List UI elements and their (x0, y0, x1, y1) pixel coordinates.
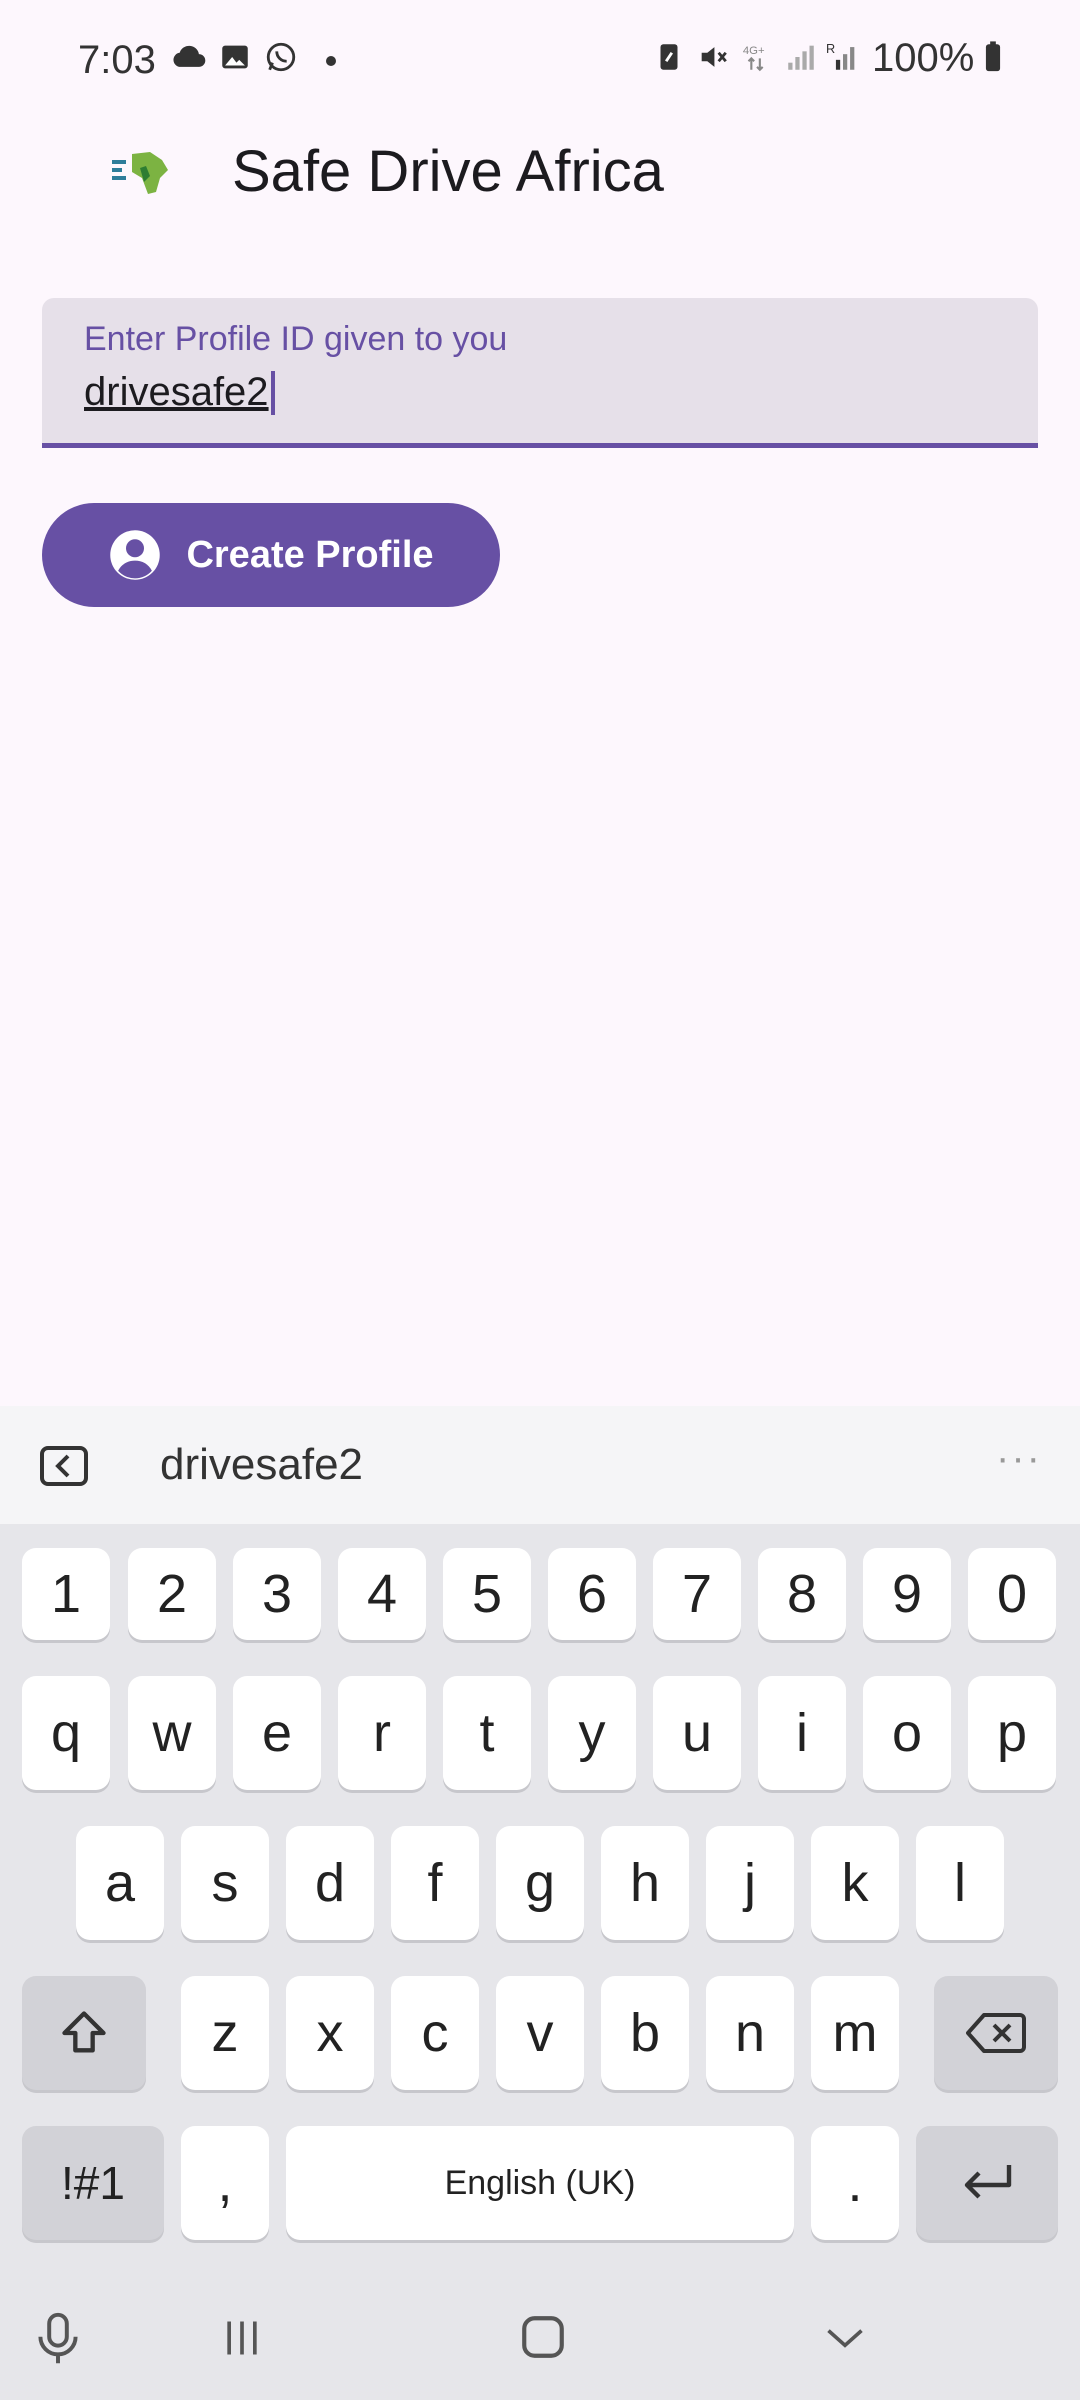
key-3[interactable]: 3 (233, 1548, 321, 1640)
key-6[interactable]: 6 (548, 1548, 636, 1640)
svg-text:4G+: 4G+ (743, 45, 765, 57)
key-o[interactable]: o (863, 1676, 951, 1790)
profile-id-label: Enter Profile ID given to you (84, 320, 508, 358)
key-z[interactable]: z (181, 1976, 269, 2090)
key-h[interactable]: h (601, 1826, 689, 1940)
battery-saver-icon (660, 44, 678, 70)
enter-key[interactable] (916, 2126, 1058, 2240)
app-title: Safe Drive Africa (232, 139, 664, 204)
text-caret (270, 370, 275, 415)
roaming-signal-icon: R (826, 41, 855, 70)
key-8[interactable]: 8 (758, 1548, 846, 1640)
backspace-key[interactable] (934, 1976, 1058, 2090)
key-4[interactable]: 4 (338, 1548, 426, 1640)
shift-icon (62, 2011, 106, 2053)
period-key[interactable]: . (811, 2126, 899, 2240)
key-g[interactable]: g (496, 1826, 584, 1940)
microphone-icon[interactable] (36, 2312, 80, 2366)
key-2[interactable]: 2 (128, 1548, 216, 1640)
shift-key[interactable] (22, 1976, 146, 2090)
key-7[interactable]: 7 (653, 1548, 741, 1640)
africa-map-logo-icon (112, 152, 168, 194)
enter-icon (964, 2165, 1012, 2199)
key-k[interactable]: k (811, 1826, 899, 1940)
keyboard-toolbar-back-icon[interactable] (40, 1446, 88, 1486)
key-0[interactable]: 0 (968, 1548, 1056, 1640)
key-q[interactable]: q (22, 1676, 110, 1790)
more-options-icon[interactable]: ··· (996, 1436, 1042, 1481)
mute-icon (701, 47, 727, 67)
key-u[interactable]: u (653, 1676, 741, 1790)
image-icon (222, 45, 248, 69)
recent-apps-icon[interactable] (220, 2316, 264, 2360)
key-c[interactable]: c (391, 1976, 479, 2090)
space-key[interactable]: English (UK) (286, 2126, 794, 2240)
key-r[interactable]: r (338, 1676, 426, 1790)
key-m[interactable]: m (811, 1976, 899, 2090)
hide-keyboard-chevron-down-icon[interactable] (820, 2316, 870, 2360)
create-profile-button[interactable]: Create Profile (42, 503, 500, 607)
backspace-icon (966, 2013, 1026, 2053)
signal-icon (788, 45, 814, 70)
key-n[interactable]: n (706, 1976, 794, 2090)
key-l[interactable]: l (916, 1826, 1004, 1940)
notification-dot-icon (326, 56, 336, 66)
comma-key[interactable]: , (181, 2126, 269, 2240)
cloud-icon (173, 45, 206, 67)
status-bar: 7:03 4G+ R 100% (0, 0, 1080, 120)
key-v[interactable]: v (496, 1976, 584, 2090)
create-profile-label: Create Profile (186, 533, 434, 576)
account-circle-icon (110, 530, 161, 580)
key-x[interactable]: x (286, 1976, 374, 2090)
key-p[interactable]: p (968, 1676, 1056, 1790)
key-e[interactable]: e (233, 1676, 321, 1790)
home-icon[interactable] (518, 2312, 568, 2362)
status-time: 7:03 (78, 38, 156, 82)
profile-id-value: drivesafe2 (84, 370, 269, 414)
key-5[interactable]: 5 (443, 1548, 531, 1640)
suggestion-bar: drivesafe2 ··· (0, 1406, 1080, 1524)
key-w[interactable]: w (128, 1676, 216, 1790)
key-j[interactable]: j (706, 1826, 794, 1940)
key-s[interactable]: s (181, 1826, 269, 1940)
svg-text:R: R (826, 41, 835, 56)
key-i[interactable]: i (758, 1676, 846, 1790)
key-1[interactable]: 1 (22, 1548, 110, 1640)
key-a[interactable]: a (76, 1826, 164, 1940)
key-t[interactable]: t (443, 1676, 531, 1790)
soft-keyboard: drivesafe2 ··· 1 2 3 4 5 6 7 8 9 0 q w e… (0, 1406, 1080, 2400)
key-d[interactable]: d (286, 1826, 374, 1940)
suggestion-word[interactable]: drivesafe2 (160, 1440, 363, 1490)
key-9[interactable]: 9 (863, 1548, 951, 1640)
4g-data-icon: 4G+ (743, 45, 765, 72)
symbols-key[interactable]: !#1 (22, 2126, 164, 2240)
battery-icon (985, 41, 1001, 72)
battery-percentage: 100% (872, 36, 975, 80)
key-y[interactable]: y (548, 1676, 636, 1790)
profile-id-field[interactable]: Enter Profile ID given to you drivesafe2 (42, 298, 1038, 448)
navigation-bar (0, 2270, 1080, 2400)
key-f[interactable]: f (391, 1826, 479, 1940)
key-b[interactable]: b (601, 1976, 689, 2090)
whatsapp-icon (266, 42, 296, 72)
profile-id-input[interactable]: drivesafe2 (84, 370, 275, 415)
